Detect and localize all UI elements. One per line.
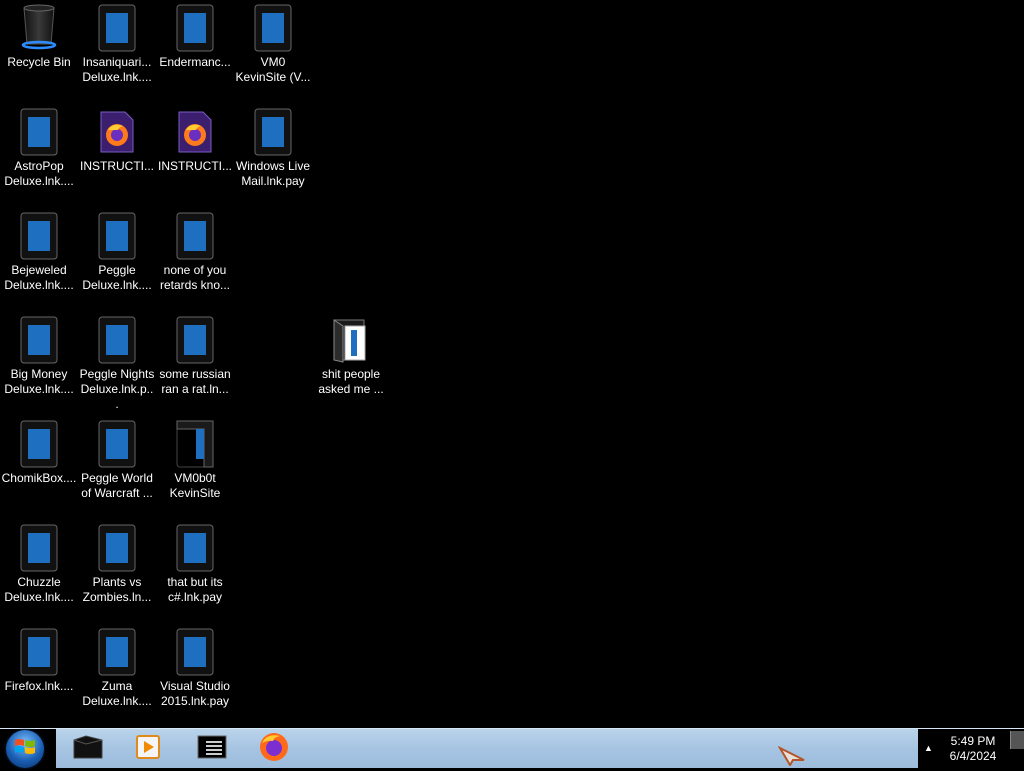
- shortcut-icon: [93, 316, 141, 364]
- taskbar-firefox-button[interactable]: [248, 732, 300, 766]
- desktop-icon-recycle-bin[interactable]: Recycle Bin: [1, 4, 77, 70]
- shortcut-icon: [15, 524, 63, 572]
- desktop-icon-shortcut[interactable]: VM0 KevinSite (V...: [235, 4, 311, 85]
- clock-time: 5:49 PM: [950, 734, 996, 748]
- desktop-icon-shortcut[interactable]: that but its c#.lnk.pay: [157, 524, 233, 605]
- desktop-icon-shortcut[interactable]: Plants vs Zombies.ln...: [79, 524, 155, 605]
- show-desktop-button[interactable]: [1010, 731, 1024, 749]
- desktop[interactable]: Recycle Bin Insaniquari... Deluxe.lnk...…: [0, 0, 1024, 728]
- show-hidden-icons-button[interactable]: ▲: [924, 743, 933, 753]
- mouse-cursor-icon: [777, 745, 806, 771]
- explorer-icon: [72, 734, 104, 765]
- firefox-icon: [258, 731, 290, 768]
- clock-date: 6/4/2024: [949, 749, 997, 763]
- desktop-icon-shortcut[interactable]: Zuma Deluxe.lnk....: [79, 628, 155, 709]
- icon-label: Plants vs Zombies.ln...: [82, 575, 152, 604]
- shortcut-icon: [171, 524, 219, 572]
- shortcut-partial-icon: [171, 420, 219, 468]
- shortcut-icon: [15, 316, 63, 364]
- shortcut-icon: [93, 212, 141, 260]
- icon-label: Insaniquari... Deluxe.lnk....: [82, 55, 152, 84]
- media-player-icon: [135, 734, 161, 765]
- icon-label: Firefox.lnk....: [4, 679, 74, 693]
- icon-label: shit people asked me ...: [318, 367, 384, 396]
- icon-label: Peggle World of Warcraft ...: [81, 471, 153, 500]
- taskbar: ▲ 5:49 PM 6/4/2024: [0, 728, 1024, 769]
- shortcut-icon: [15, 420, 63, 468]
- desktop-icon-shortcut[interactable]: Peggle Nights Deluxe.lnk.p...: [79, 316, 155, 412]
- icon-label: Visual Studio 2015.lnk.pay: [160, 679, 230, 708]
- icon-label: VM0 KevinSite (V...: [235, 55, 311, 84]
- desktop-icon-shortcut[interactable]: ChomikBox....: [1, 420, 77, 486]
- shortcut-icon: [171, 4, 219, 52]
- recycle-bin-icon: [15, 4, 63, 52]
- desktop-icon-shortcut[interactable]: VM0b0t KevinSite: [157, 420, 233, 501]
- clock[interactable]: 5:49 PM 6/4/2024: [940, 734, 1006, 764]
- shortcut-icon: [171, 212, 219, 260]
- icon-label: Endermanc...: [159, 55, 231, 69]
- icon-label: Windows Live Mail.lnk.pay: [235, 159, 311, 188]
- icon-label: some russian ran a rat.ln...: [159, 367, 231, 396]
- shortcut-icon: [15, 212, 63, 260]
- shortcut-icon: [93, 4, 141, 52]
- shortcut-icon: [93, 628, 141, 676]
- desktop-icon-shortcut[interactable]: Insaniquari... Deluxe.lnk....: [79, 4, 155, 85]
- icon-label: Big Money Deluxe.lnk....: [4, 367, 74, 396]
- shortcut-icon: [171, 628, 219, 676]
- shortcut-icon: [171, 316, 219, 364]
- desktop-icon-firefox-document[interactable]: INSTRUCTI...: [157, 108, 233, 174]
- desktop-icon-shortcut[interactable]: Windows Live Mail.lnk.pay: [235, 108, 311, 189]
- icon-label: that but its c#.lnk.pay: [167, 575, 223, 604]
- icon-label: Recycle Bin: [7, 55, 71, 69]
- icon-label: AstroPop Deluxe.lnk....: [4, 159, 74, 188]
- shortcut-icon: [249, 108, 297, 156]
- taskbar-media-player-button[interactable]: [122, 732, 174, 766]
- shortcut-icon: [93, 524, 141, 572]
- windows-logo-icon: [14, 737, 36, 762]
- desktop-icon-folder[interactable]: shit people asked me ...: [313, 316, 389, 397]
- desktop-icon-shortcut[interactable]: Peggle Deluxe.lnk....: [79, 212, 155, 293]
- icon-label: Peggle Deluxe.lnk....: [82, 263, 152, 292]
- taskbar-command-prompt-button[interactable]: [186, 732, 238, 766]
- icon-label: none of you retards kno...: [159, 263, 231, 292]
- icon-label: INSTRUCTI...: [80, 159, 154, 173]
- command-prompt-icon: [196, 734, 228, 765]
- desktop-icon-shortcut[interactable]: Visual Studio 2015.lnk.pay: [157, 628, 233, 709]
- desktop-icon-shortcut[interactable]: Endermanc...: [157, 4, 233, 70]
- shortcut-icon: [15, 108, 63, 156]
- icon-label: ChomikBox....: [1, 471, 77, 485]
- desktop-icon-shortcut[interactable]: Big Money Deluxe.lnk....: [1, 316, 77, 397]
- desktop-icon-shortcut[interactable]: Chuzzle Deluxe.lnk....: [1, 524, 77, 605]
- desktop-icon-firefox-document[interactable]: INSTRUCTI...: [79, 108, 155, 174]
- desktop-icon-shortcut[interactable]: Bejeweled Deluxe.lnk....: [1, 212, 77, 293]
- shortcut-icon: [93, 420, 141, 468]
- desktop-icon-shortcut[interactable]: some russian ran a rat.ln...: [157, 316, 233, 397]
- firefox-document-icon: [171, 108, 219, 156]
- start-button[interactable]: [6, 730, 44, 768]
- desktop-icon-shortcut[interactable]: AstroPop Deluxe.lnk....: [1, 108, 77, 189]
- desktop-icon-shortcut[interactable]: Peggle World of Warcraft ...: [79, 420, 155, 501]
- folder-icon: [327, 316, 375, 364]
- desktop-icon-shortcut[interactable]: Firefox.lnk....: [1, 628, 77, 694]
- icon-label: Bejeweled Deluxe.lnk....: [4, 263, 74, 292]
- icon-label: Peggle Nights Deluxe.lnk.p...: [79, 367, 155, 411]
- desktop-icon-shortcut[interactable]: none of you retards kno...: [157, 212, 233, 293]
- taskbar-explorer-button[interactable]: [62, 732, 114, 766]
- icon-label: Zuma Deluxe.lnk....: [82, 679, 152, 708]
- icon-label: VM0b0t KevinSite: [169, 471, 221, 500]
- shortcut-icon: [15, 628, 63, 676]
- firefox-document-icon: [93, 108, 141, 156]
- icon-label: Chuzzle Deluxe.lnk....: [4, 575, 74, 604]
- icon-label: INSTRUCTI...: [158, 159, 232, 173]
- shortcut-icon: [249, 4, 297, 52]
